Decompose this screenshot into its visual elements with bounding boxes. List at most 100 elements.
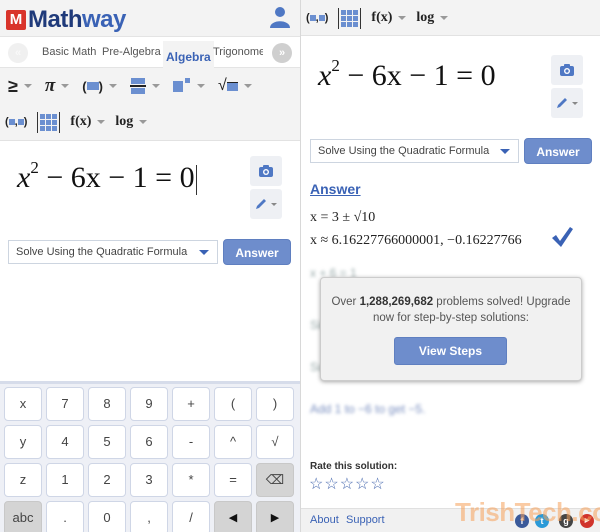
keypad-key[interactable]: - bbox=[172, 425, 210, 459]
tab-pre-algebra[interactable]: Pre-Algebra bbox=[102, 46, 161, 58]
watermark: TrishTech.com bbox=[455, 497, 600, 527]
keypad-key[interactable]: ^ bbox=[214, 425, 252, 459]
tab-basic-math[interactable]: Basic Math bbox=[42, 46, 96, 58]
function-button[interactable]: f(x) bbox=[371, 10, 407, 26]
tab-algebra[interactable]: Algebra bbox=[163, 41, 214, 69]
keypad-key[interactable]: 0 bbox=[88, 501, 126, 532]
keypad-key[interactable]: √ bbox=[256, 425, 294, 459]
keypad-key[interactable]: 9 bbox=[130, 387, 168, 421]
edit-button[interactable] bbox=[250, 189, 282, 219]
absolute-value-button[interactable]: () bbox=[82, 79, 117, 94]
fraction-button[interactable] bbox=[129, 78, 160, 94]
keypad-key[interactable]: . bbox=[46, 501, 84, 532]
answer-heading-link[interactable]: Answer bbox=[310, 181, 361, 197]
inequality-icon: ≥ bbox=[8, 75, 18, 96]
keypad-key[interactable]: 1 bbox=[46, 463, 84, 497]
point-button[interactable]: (,) bbox=[306, 12, 328, 24]
abc-key[interactable]: abc bbox=[4, 501, 42, 532]
keypad-key[interactable]: 3 bbox=[130, 463, 168, 497]
keypad-key[interactable]: 6 bbox=[130, 425, 168, 459]
rating-star-icon[interactable]: ☆ bbox=[355, 474, 369, 494]
keypad-key[interactable]: 7 bbox=[46, 387, 84, 421]
keypad-key[interactable]: 4 bbox=[46, 425, 84, 459]
fraction-icon bbox=[129, 78, 146, 94]
equation-exponent: 2 bbox=[331, 56, 340, 75]
point-button[interactable]: (,) bbox=[5, 116, 27, 128]
solve-method-select[interactable]: Solve Using the Quadratic Formula bbox=[8, 240, 218, 264]
rating-star-icon[interactable]: ☆ bbox=[370, 474, 384, 494]
keypad-key[interactable]: = bbox=[214, 463, 252, 497]
pi-button[interactable]: π bbox=[45, 75, 70, 97]
camera-icon bbox=[259, 165, 273, 177]
user-icon[interactable] bbox=[270, 6, 290, 28]
function-icon: f(x) bbox=[70, 114, 92, 129]
matrix-button[interactable] bbox=[338, 7, 362, 29]
checkmark-icon bbox=[552, 227, 573, 247]
dropdown-caret-icon bbox=[199, 250, 209, 255]
log-button[interactable]: log bbox=[115, 114, 148, 130]
math-keypad: x 7 8 9 +() y 4 5 6- ^ √ z 1 2 3 * = ⌫ abc. 0, / ◀ ▶ bbox=[0, 381, 300, 532]
chevron-down-icon bbox=[398, 16, 407, 20]
right-screen: (,) f(x) log x2 − 6x − 1 = 0 Solve Using… bbox=[300, 0, 600, 532]
answer-button[interactable]: Answer bbox=[223, 239, 291, 265]
chevron-down-icon bbox=[243, 84, 252, 88]
chevron-down-icon bbox=[139, 120, 148, 124]
equation-rest: − 6x − 1 = 0 bbox=[347, 59, 496, 92]
keypad-key[interactable]: / bbox=[172, 501, 210, 532]
popup-message: Over 1,288,269,682 problems solved! Upgr… bbox=[331, 296, 571, 324]
problems-count: 1,288,269,682 bbox=[359, 296, 434, 308]
answer-button[interactable]: Answer bbox=[524, 138, 592, 164]
function-button[interactable]: f(x) bbox=[70, 114, 106, 130]
keypad-key[interactable]: 8 bbox=[88, 387, 126, 421]
rating-star-icon[interactable]: ☆ bbox=[309, 474, 323, 494]
keypad-key[interactable]: + bbox=[172, 387, 210, 421]
support-link[interactable]: Support bbox=[346, 514, 385, 526]
rating-star-icon[interactable]: ☆ bbox=[324, 474, 338, 494]
log-button[interactable]: log bbox=[416, 10, 449, 26]
about-link[interactable]: About bbox=[310, 514, 339, 526]
cursor-left-key[interactable]: ◀ bbox=[214, 501, 252, 532]
pencil-icon bbox=[256, 199, 277, 209]
solve-method-value: Solve Using the Quadratic Formula bbox=[16, 246, 188, 258]
keypad-key[interactable]: y bbox=[4, 425, 42, 459]
keypad-key[interactable]: 2 bbox=[88, 463, 126, 497]
exponent-button[interactable] bbox=[172, 78, 205, 94]
logo-mark: M bbox=[6, 10, 26, 30]
mathway-logo[interactable]: M Mathway bbox=[6, 6, 126, 34]
camera-button[interactable] bbox=[250, 156, 282, 186]
sqrt-icon: √ bbox=[218, 77, 238, 95]
rating-star-icon[interactable]: ☆ bbox=[340, 474, 354, 494]
toolbar-row-2-right: (,) f(x) log bbox=[301, 0, 600, 36]
left-screen: M Mathway « Basic Math Pre-Algebra Algeb… bbox=[0, 0, 300, 532]
equation-input[interactable]: x2 − 6x − 1 = 0 bbox=[17, 158, 197, 196]
view-steps-button[interactable]: View Steps bbox=[394, 337, 507, 365]
sqrt-button[interactable]: √ bbox=[218, 77, 252, 95]
keypad-key[interactable]: * bbox=[172, 463, 210, 497]
tabs-prev-button[interactable]: « bbox=[8, 43, 28, 63]
camera-button[interactable] bbox=[551, 55, 583, 85]
keypad-key[interactable]: z bbox=[4, 463, 42, 497]
backspace-key[interactable]: ⌫ bbox=[256, 463, 294, 497]
equation-display[interactable]: x2 − 6x − 1 = 0 bbox=[318, 56, 496, 93]
answer-approx: x ≈ 6.16227766000001, −0.16227766 bbox=[310, 233, 522, 248]
tab-trigonometry[interactable]: Trigonomet bbox=[213, 46, 263, 58]
point-icon: (,) bbox=[5, 116, 28, 128]
solve-method-select[interactable]: Solve Using the Quadratic Formula bbox=[310, 139, 519, 163]
symbol-toolbar-right: (,) f(x) log bbox=[301, 0, 600, 36]
inequality-button[interactable]: ≥ bbox=[8, 76, 32, 97]
chevron-down-icon bbox=[23, 84, 32, 88]
answer-exact: x = 3 ± √10 bbox=[310, 210, 376, 225]
tabs-next-button[interactable]: » bbox=[272, 43, 292, 63]
keypad-key[interactable]: x bbox=[4, 387, 42, 421]
equation-base: x bbox=[318, 59, 332, 92]
keypad-key[interactable]: 5 bbox=[88, 425, 126, 459]
edit-button[interactable] bbox=[551, 88, 583, 118]
chevron-down-icon bbox=[440, 16, 449, 20]
keypad-key[interactable]: ) bbox=[256, 387, 294, 421]
keypad-key[interactable]: ( bbox=[214, 387, 252, 421]
chevron-down-icon bbox=[151, 84, 160, 88]
equation-rest: − 6x − 1 = 0 bbox=[46, 161, 195, 194]
cursor-right-key[interactable]: ▶ bbox=[256, 501, 294, 532]
keypad-key[interactable]: , bbox=[130, 501, 168, 532]
matrix-button[interactable] bbox=[37, 111, 61, 133]
